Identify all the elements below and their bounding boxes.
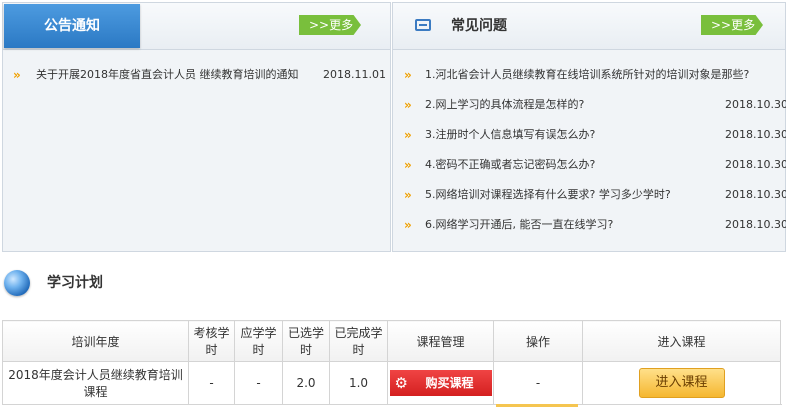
- enter-course-button[interactable]: 进入课程: [638, 368, 725, 398]
- col-header-exam-hours: 考核学时: [188, 320, 235, 362]
- arrow-right-icon: »: [404, 158, 412, 172]
- cell-completed-hours: 1.0: [329, 361, 388, 405]
- notice-panel: 公告通知 >>更多 » 关于开展2018年度省直会计人员 继续教育培训的通知 2…: [2, 2, 391, 252]
- notice-item-date: 2018.11.01: [323, 68, 386, 81]
- faq-item-title[interactable]: 2.网上学习的具体流程是怎样的?: [425, 90, 584, 120]
- faq-title: 常见问题: [451, 18, 507, 34]
- buy-course-button[interactable]: ⚙ 购买课程: [389, 370, 492, 396]
- cell-operation: -: [493, 361, 583, 405]
- faq-item-title[interactable]: 5.网络培训对课程选择有什么要求? 学习多少学时?: [425, 180, 671, 210]
- notice-more-link[interactable]: >>更多: [299, 15, 361, 35]
- notice-item-title[interactable]: 关于开展2018年度省直会计人员 继续教育培训的通知: [36, 60, 299, 90]
- faq-item-title[interactable]: 4.密码不正确或者忘记密码怎么办?: [425, 150, 595, 180]
- buy-course-label: 购买课程: [425, 376, 474, 390]
- faq-item[interactable]: » 3.注册时个人信息填写有误怎么办? 2018.10.30: [393, 120, 786, 150]
- gear-icon: ⚙: [394, 374, 408, 392]
- col-header-selected-hours: 已选学时: [282, 320, 330, 362]
- plan-heading: 学习计划: [0, 262, 786, 302]
- faq-more-link[interactable]: >>更多: [701, 15, 763, 35]
- faq-item[interactable]: » 4.密码不正确或者忘记密码怎么办? 2018.10.30: [393, 150, 786, 180]
- col-header-completed-hours: 已完成学时: [329, 320, 388, 362]
- cell-course-management: ⚙ 购买课程: [387, 361, 494, 405]
- faq-list: » 1.河北省会计人员继续教育在线培训系统所针对的培训对象是那些? » 2.网上…: [393, 60, 786, 240]
- arrow-right-icon: »: [404, 98, 412, 112]
- faq-item[interactable]: » 1.河北省会计人员继续教育在线培训系统所针对的培训对象是那些?: [393, 60, 785, 90]
- table-row: 2018年度会计人员继续教育培训课程 - - 2.0 1.0 ⚙ 购买课程 - …: [2, 361, 781, 405]
- notice-item[interactable]: » 关于开展2018年度省直会计人员 继续教育培训的通知 2018.11.01: [3, 60, 390, 90]
- col-header-enter-course: 进入课程: [582, 320, 781, 362]
- faq-item-title[interactable]: 1.河北省会计人员继续教育在线培训系统所针对的培训对象是那些?: [425, 60, 749, 90]
- faq-item-date: 2018.10.30: [725, 218, 786, 231]
- card-icon: [415, 19, 431, 31]
- arrow-right-icon: »: [404, 128, 412, 142]
- faq-item-date: 2018.10.30: [725, 98, 786, 111]
- faq-item[interactable]: » 5.网络培训对课程选择有什么要求? 学习多少学时? 2018.10.30: [393, 180, 786, 210]
- faq-item-date: 2018.10.30: [725, 188, 786, 201]
- notice-header: 公告通知 >>更多: [3, 3, 390, 50]
- faq-item[interactable]: » 2.网上学习的具体流程是怎样的? 2018.10.30: [393, 90, 786, 120]
- faq-item-date: 2018.10.30: [725, 158, 786, 171]
- faq-item-title[interactable]: 3.注册时个人信息填写有误怎么办?: [425, 120, 595, 150]
- cell-selected-hours: 2.0: [282, 361, 330, 405]
- arrow-right-icon: »: [404, 188, 412, 202]
- faq-item[interactable]: » 6.网络学习开通后, 能否一直在线学习? 2018.10.30: [393, 210, 786, 240]
- faq-item-date: 2018.10.30: [725, 128, 786, 141]
- col-header-required-hours: 应学学时: [234, 320, 283, 362]
- notice-list: » 关于开展2018年度省直会计人员 继续教育培训的通知 2018.11.01: [3, 60, 390, 90]
- plan-title: 学习计划: [47, 275, 103, 291]
- col-header-course-management: 课程管理: [387, 320, 494, 362]
- faq-item-title[interactable]: 6.网络学习开通后, 能否一直在线学习?: [425, 210, 613, 240]
- col-header-operation: 操作: [493, 320, 583, 362]
- faq-header: 常见问题 >>更多: [393, 3, 785, 50]
- arrow-right-icon: »: [404, 68, 412, 82]
- plan-table: 培训年度 考核学时 应学学时 已选学时 已完成学时 课程管理 操作 进入课程 2…: [2, 320, 781, 405]
- arrow-right-icon: »: [404, 218, 412, 232]
- faq-panel: 常见问题 >>更多 » 1.河北省会计人员继续教育在线培训系统所针对的培训对象是…: [392, 2, 786, 252]
- arrow-right-icon: »: [13, 68, 21, 82]
- globe-icon: [4, 270, 30, 296]
- col-header-year: 培训年度: [2, 320, 189, 362]
- table-row-partial: [2, 404, 782, 408]
- cell-year: 2018年度会计人员继续教育培训课程: [2, 361, 189, 405]
- notice-tab[interactable]: 公告通知: [4, 4, 140, 48]
- cell-enter-course: 进入课程: [582, 361, 781, 405]
- cell-exam-hours: -: [188, 361, 235, 405]
- plan-header-row: 培训年度 考核学时 应学学时 已选学时 已完成学时 课程管理 操作 进入课程: [2, 320, 781, 362]
- cell-required-hours: -: [234, 361, 283, 405]
